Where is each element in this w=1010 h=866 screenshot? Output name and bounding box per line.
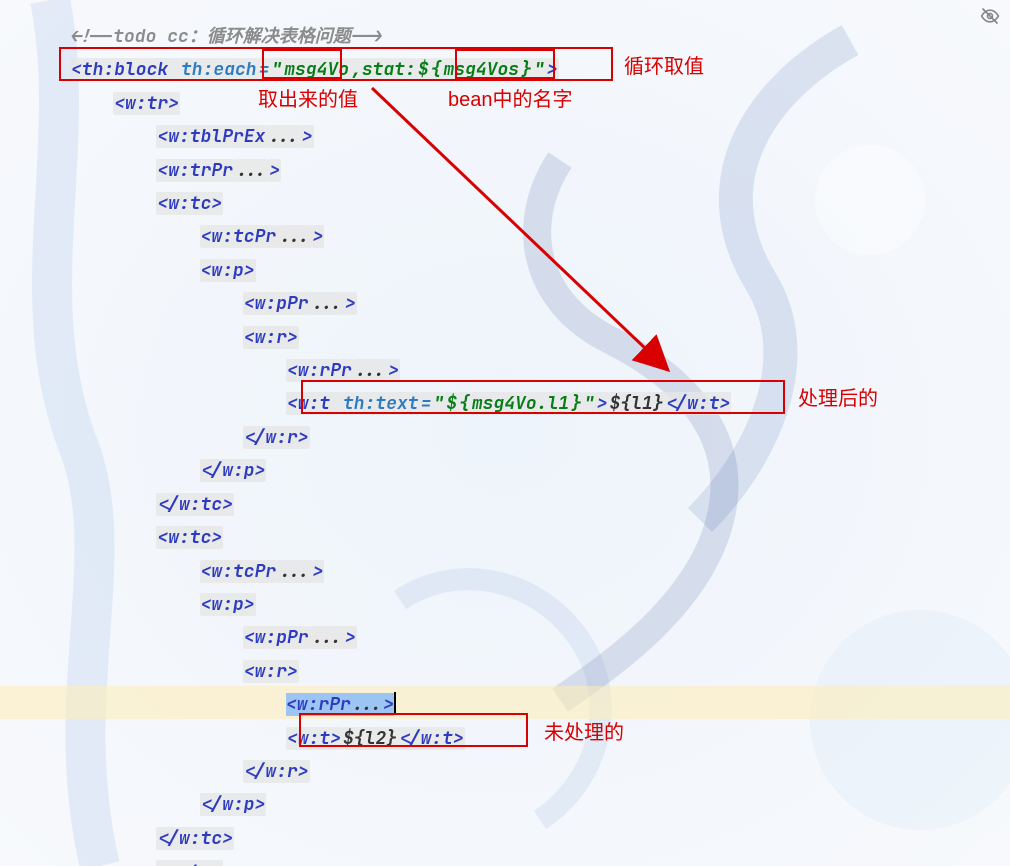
- visibility-off-icon[interactable]: [980, 6, 1000, 26]
- code-editor[interactable]: <!--todo cc：循环解决表格问题--> <th:block th:eac…: [0, 0, 1010, 866]
- comment-line: <!--todo cc：循环解决表格问题-->: [70, 25, 383, 48]
